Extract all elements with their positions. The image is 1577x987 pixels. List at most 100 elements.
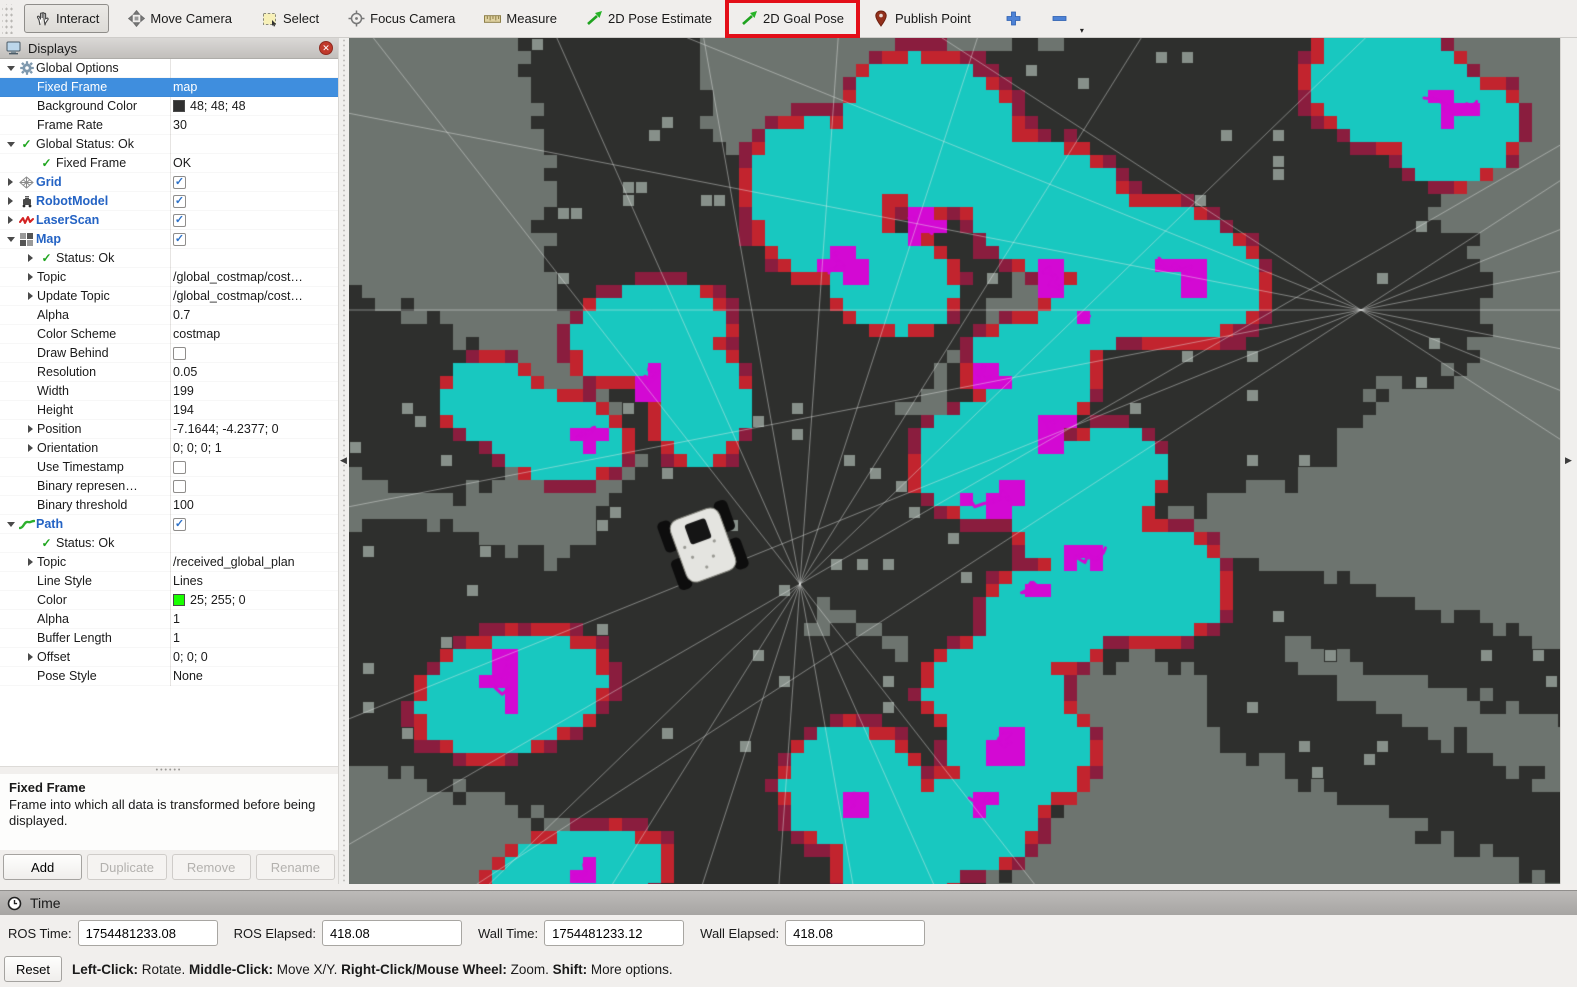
toolbar-drag-handle[interactable]	[2, 4, 15, 34]
tree-row-background-color[interactable]: Background Color48; 48; 48	[0, 97, 338, 116]
checkbox-unchecked[interactable]	[173, 480, 186, 493]
property-value[interactable]: 100	[173, 498, 194, 512]
expand-closed-icon[interactable]	[24, 558, 37, 566]
right-splitter[interactable]: ▶	[1560, 38, 1577, 884]
tree-row-alpha[interactable]: Alpha1	[0, 610, 338, 629]
checkbox-checked[interactable]: ✓	[173, 518, 186, 531]
property-value[interactable]: 1	[173, 612, 180, 626]
tree-row-resolution[interactable]: Resolution0.05	[0, 363, 338, 382]
property-value[interactable]: costmap	[173, 327, 220, 341]
tree-row-topic[interactable]: Topic/global_costmap/cost…	[0, 268, 338, 287]
tree-row-binary-represen-[interactable]: Binary represen…	[0, 477, 338, 496]
tree-row-use-timestamp[interactable]: Use Timestamp	[0, 458, 338, 477]
property-value[interactable]: 48; 48; 48	[190, 99, 246, 113]
collapse-left-icon[interactable]: ◀	[340, 456, 347, 465]
tool-interact[interactable]: Interact	[24, 4, 109, 33]
tree-row-laserscan[interactable]: LaserScan✓	[0, 211, 338, 230]
property-value[interactable]: 0; 0; 0	[173, 650, 208, 664]
tree-row-alpha[interactable]: Alpha0.7	[0, 306, 338, 325]
tool-move-camera[interactable]: Move Camera	[118, 4, 242, 33]
tree-row-grid[interactable]: Grid✓	[0, 173, 338, 192]
property-value[interactable]: 0.05	[173, 365, 197, 379]
property-value[interactable]: 25; 255; 0	[190, 593, 246, 607]
tree-row-topic[interactable]: Topic/received_global_plan	[0, 553, 338, 572]
property-value[interactable]: 1	[173, 631, 180, 645]
wall-elapsed-input[interactable]	[785, 920, 925, 946]
expand-open-icon[interactable]	[4, 522, 17, 527]
expand-open-icon[interactable]	[4, 142, 17, 147]
tool-add-tool[interactable]	[995, 4, 1032, 33]
property-value[interactable]: -7.1644; -4.2377; 0	[173, 422, 279, 436]
tree-row-frame-rate[interactable]: Frame Rate30	[0, 116, 338, 135]
tree-row-line-style[interactable]: Line StyleLines	[0, 572, 338, 591]
tree-row-robotmodel[interactable]: RobotModel✓	[0, 192, 338, 211]
collapse-right-icon[interactable]: ▶	[1565, 456, 1572, 465]
property-value[interactable]: Lines	[173, 574, 203, 588]
tree-row-color-scheme[interactable]: Color Schemecostmap	[0, 325, 338, 344]
property-value[interactable]: 0.7	[173, 308, 190, 322]
checkbox-unchecked[interactable]	[173, 461, 186, 474]
tree-row-binary-threshold[interactable]: Binary threshold100	[0, 496, 338, 515]
ros-elapsed-input[interactable]	[322, 920, 462, 946]
property-value[interactable]: /received_global_plan	[173, 555, 295, 569]
tool-publish-point[interactable]: Publish Point	[863, 4, 981, 33]
expand-closed-icon[interactable]	[4, 197, 17, 205]
dropdown-caret-icon[interactable]: ▾	[1080, 26, 1084, 35]
expand-closed-icon[interactable]	[24, 254, 37, 262]
tree-row-position[interactable]: Position-7.1644; -4.2377; 0	[0, 420, 338, 439]
property-value[interactable]: 0; 0; 0; 1	[173, 441, 222, 455]
checkbox-checked[interactable]: ✓	[173, 176, 186, 189]
tree-row-pose-style[interactable]: Pose StyleNone	[0, 667, 338, 686]
tool-pose-estimate[interactable]: 2D Pose Estimate	[576, 4, 722, 33]
checkbox-checked[interactable]: ✓	[173, 214, 186, 227]
tree-row-draw-behind[interactable]: Draw Behind	[0, 344, 338, 363]
tool-remove-tool[interactable]: ▾	[1041, 4, 1078, 33]
property-value[interactable]: /global_costmap/cost…	[173, 289, 303, 303]
left-splitter[interactable]: ◀	[339, 38, 349, 884]
property-value[interactable]: map	[173, 80, 197, 94]
checkbox-checked[interactable]: ✓	[173, 195, 186, 208]
property-value[interactable]: OK	[173, 156, 191, 170]
tree-row-status-ok[interactable]: ✓Status: Ok	[0, 249, 338, 268]
tree-row-path[interactable]: Path✓	[0, 515, 338, 534]
tree-row-fixed-frame[interactable]: Fixed Framemap	[0, 78, 338, 97]
property-value[interactable]: 194	[173, 403, 194, 417]
tool-select[interactable]: Select	[251, 4, 329, 33]
property-value[interactable]: 30	[173, 118, 187, 132]
tool-goal-pose[interactable]: 2D Goal Pose	[731, 4, 854, 33]
tree-row-map[interactable]: Map✓	[0, 230, 338, 249]
tree-row-update-topic[interactable]: Update Topic/global_costmap/cost…	[0, 287, 338, 306]
tree-row-width[interactable]: Width199	[0, 382, 338, 401]
tree-row-orientation[interactable]: Orientation0; 0; 0; 1	[0, 439, 338, 458]
expand-closed-icon[interactable]	[24, 425, 37, 433]
checkbox-checked[interactable]: ✓	[173, 233, 186, 246]
expand-closed-icon[interactable]	[24, 273, 37, 281]
property-value[interactable]: 199	[173, 384, 194, 398]
expand-closed-icon[interactable]	[24, 292, 37, 300]
wall-time-input[interactable]	[544, 920, 684, 946]
expand-open-icon[interactable]	[4, 66, 17, 71]
checkbox-unchecked[interactable]	[173, 347, 186, 360]
tool-measure[interactable]: Measure	[474, 4, 567, 33]
expand-open-icon[interactable]	[4, 237, 17, 242]
tool-focus-camera[interactable]: Focus Camera	[338, 4, 465, 33]
expand-closed-icon[interactable]	[24, 653, 37, 661]
tree-row-global-options[interactable]: Global Options	[0, 59, 338, 78]
close-icon[interactable]: ✕	[319, 41, 333, 55]
map-canvas[interactable]	[349, 38, 1560, 884]
tree-row-offset[interactable]: Offset0; 0; 0	[0, 648, 338, 667]
expand-closed-icon[interactable]	[4, 216, 17, 224]
render-view[interactable]	[349, 38, 1560, 884]
ros-time-input[interactable]	[78, 920, 218, 946]
panel-splitter-handle[interactable]: ••••••	[0, 766, 338, 774]
reset-button[interactable]: Reset	[4, 956, 62, 982]
add-button[interactable]: Add	[3, 854, 82, 880]
tree-row-height[interactable]: Height194	[0, 401, 338, 420]
tree-row-global-status-ok[interactable]: ✓Global Status: Ok	[0, 135, 338, 154]
tree-row-fixed-frame[interactable]: ✓Fixed FrameOK	[0, 154, 338, 173]
tree-row-status-ok[interactable]: ✓Status: Ok	[0, 534, 338, 553]
expand-closed-icon[interactable]	[4, 178, 17, 186]
expand-closed-icon[interactable]	[24, 444, 37, 452]
tree-row-color[interactable]: Color25; 255; 0	[0, 591, 338, 610]
tree-row-buffer-length[interactable]: Buffer Length1	[0, 629, 338, 648]
